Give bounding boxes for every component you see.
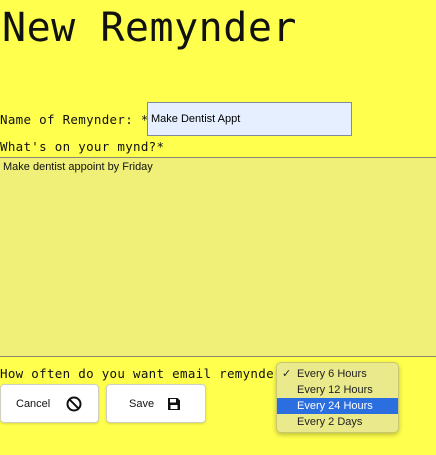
frequency-option-24-hours[interactable]: Every 24 Hours: [277, 398, 398, 414]
frequency-option-6-hours[interactable]: ✓ Every 6 Hours: [277, 366, 398, 382]
cancel-button[interactable]: Cancel: [0, 384, 99, 423]
mynd-label: What's on your mynd?*: [0, 139, 165, 154]
frequency-option-12-hours[interactable]: Every 12 Hours: [277, 382, 398, 398]
name-label: Name of Remynder: *: [0, 112, 149, 127]
checkmark-icon: ✓: [282, 368, 292, 380]
frequency-option-2-days[interactable]: Every 2 Days: [277, 414, 398, 430]
page-title: New Remynder: [2, 5, 297, 51]
email-frequency-dropdown[interactable]: ✓ Every 6 Hours Every 12 Hours Every 24 …: [276, 362, 399, 433]
cancel-button-label: Cancel: [16, 397, 51, 410]
save-button-label: Save: [129, 397, 155, 410]
email-frequency-label: How often do you want email remynders?: [0, 366, 298, 381]
save-button[interactable]: Save: [106, 384, 206, 423]
name-input[interactable]: [147, 102, 352, 136]
mynd-textarea[interactable]: Make dentist appoint by Friday: [0, 157, 436, 357]
floppy-disk-icon: [167, 397, 181, 411]
prohibited-icon: [66, 396, 82, 412]
